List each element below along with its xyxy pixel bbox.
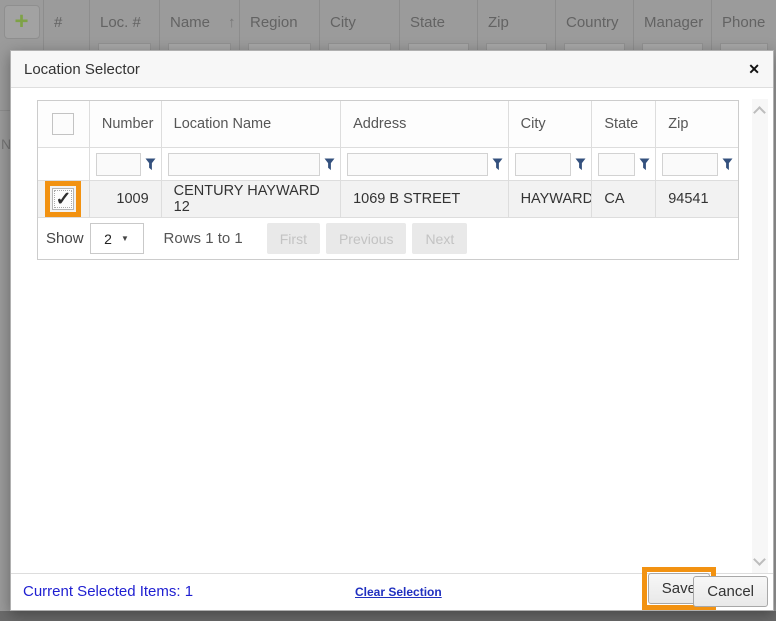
add-location-button[interactable]: + (4, 5, 40, 39)
filter-zip-input[interactable] (662, 153, 718, 176)
filter-funnel-icon[interactable] (492, 157, 504, 171)
checkbox-highlight-annotation: ✓ (45, 181, 81, 217)
cancel-button[interactable]: Cancel (693, 576, 768, 607)
bg-filter-input-top (408, 43, 469, 50)
bg-col-state: State (400, 0, 478, 50)
bg-col-name: Name ↑ (160, 0, 240, 50)
table-row[interactable]: ✓ 1009 CENTURY HAYWARD 12 1069 B STREET … (38, 181, 738, 218)
bg-filter-input-top (720, 43, 768, 50)
col-header-location-name[interactable]: Location Name (162, 101, 341, 147)
bg-filter-input-top (328, 43, 391, 50)
filter-cell-city (509, 148, 593, 180)
clear-selection-link[interactable]: Clear Selection (355, 585, 442, 599)
col-header-state[interactable]: State (592, 101, 656, 147)
sort-ascending-icon: ↑ (228, 14, 236, 31)
background-left-edge: No (0, 50, 10, 611)
bg-col-label: City (330, 14, 356, 31)
page-size-value: 2 (104, 231, 112, 247)
col-header-zip[interactable]: Zip (656, 101, 738, 147)
bg-col-number: # (44, 0, 90, 50)
col-header-city[interactable]: City (509, 101, 593, 147)
col-header-address[interactable]: Address (341, 101, 509, 147)
row-checkbox-cell: ✓ (38, 181, 90, 217)
table-header-row: Number Location Name Address City State … (38, 101, 738, 148)
chevron-down-icon: ▼ (121, 234, 129, 243)
filter-funnel-icon[interactable] (639, 157, 651, 171)
previous-page-button[interactable]: Previous (326, 223, 406, 254)
show-label: Show (46, 230, 84, 247)
filter-empty-cell (38, 148, 90, 180)
location-table: Number Location Name Address City State … (37, 100, 739, 260)
filter-funnel-icon[interactable] (722, 157, 734, 171)
bg-col-country: Country (556, 0, 634, 50)
bg-col-label: State (410, 14, 445, 31)
close-icon[interactable]: ✕ (748, 61, 760, 78)
pagination-bar: Show 2 ▼ Rows 1 to 1 First Previous Next (38, 218, 738, 259)
plus-icon: + (14, 10, 28, 34)
bg-col-city: City (320, 0, 400, 50)
bg-col-label: Country (566, 14, 619, 31)
filter-cell-state (592, 148, 656, 180)
bg-filter-input-top (168, 43, 231, 50)
dialog-titlebar: Location Selector ✕ (11, 51, 773, 88)
scroll-up-icon[interactable] (753, 106, 766, 119)
filter-location-name-input[interactable] (168, 153, 320, 176)
filter-cell-number (90, 148, 162, 180)
dialog-footer: Current Selected Items: 1 Clear Selectio… (11, 573, 773, 610)
cell-zip: 94541 (656, 181, 738, 217)
background-partial-text: No (1, 136, 10, 152)
bg-col-label: Name (170, 14, 210, 31)
background-add-cell: + (0, 0, 44, 50)
cell-number: 1009 (90, 181, 162, 217)
select-all-cell (38, 101, 90, 147)
bg-col-label: # (54, 14, 62, 31)
bg-col-label: Manager (644, 14, 703, 31)
table-filter-row (38, 148, 738, 181)
bg-col-region: Region (240, 0, 320, 50)
bg-filter-input-top (642, 43, 703, 50)
rows-range-label: Rows 1 to 1 (164, 230, 243, 247)
bg-col-label: Zip (488, 14, 509, 31)
bg-filter-input-top (248, 43, 311, 50)
filter-number-input[interactable] (96, 153, 141, 176)
row-checkbox-checked[interactable]: ✓ (52, 188, 74, 210)
background-row-divider (0, 110, 10, 111)
background-table-header: + # Loc. # Name ↑ Region City State Zip C… (0, 0, 776, 50)
first-page-button[interactable]: First (267, 223, 320, 254)
col-header-number[interactable]: Number (90, 101, 162, 147)
cell-address: 1069 B STREET (341, 181, 508, 217)
select-all-checkbox[interactable] (52, 113, 74, 135)
page-size-select[interactable]: 2 ▼ (90, 223, 144, 254)
filter-address-input[interactable] (347, 153, 488, 176)
selected-items-count: Current Selected Items: 1 (23, 583, 193, 600)
cell-location-name: CENTURY HAYWARD 12 (162, 181, 341, 217)
filter-funnel-icon[interactable] (324, 157, 336, 171)
filter-city-input[interactable] (515, 153, 572, 176)
filter-cell-zip (656, 148, 738, 180)
bg-col-loc: Loc. # (90, 0, 160, 50)
bg-col-label: Loc. # (100, 14, 141, 31)
bg-col-phone: Phone (712, 0, 776, 50)
modal-scrollbar[interactable] (752, 99, 768, 573)
filter-cell-address (341, 148, 509, 180)
background-bottom-bar (0, 611, 776, 621)
cell-city: HAYWARD (509, 181, 593, 217)
checkmark-icon: ✓ (55, 190, 71, 209)
bg-col-zip: Zip (478, 0, 556, 50)
bg-col-label: Phone (722, 14, 765, 31)
bg-filter-input-top (564, 43, 625, 50)
location-selector-dialog: Location Selector ✕ Number Location Name… (10, 50, 774, 611)
filter-funnel-icon[interactable] (575, 157, 587, 171)
bg-col-label: Region (250, 14, 298, 31)
next-page-button[interactable]: Next (412, 223, 467, 254)
scroll-down-icon[interactable] (753, 553, 766, 566)
bg-col-manager: Manager (634, 0, 712, 50)
bg-filter-input-top (486, 43, 547, 50)
bg-filter-input-top (98, 43, 151, 50)
filter-cell-location-name (162, 148, 341, 180)
filter-funnel-icon[interactable] (145, 157, 157, 171)
cell-state: CA (592, 181, 656, 217)
dialog-title: Location Selector (24, 61, 140, 78)
filter-state-input[interactable] (598, 153, 635, 176)
